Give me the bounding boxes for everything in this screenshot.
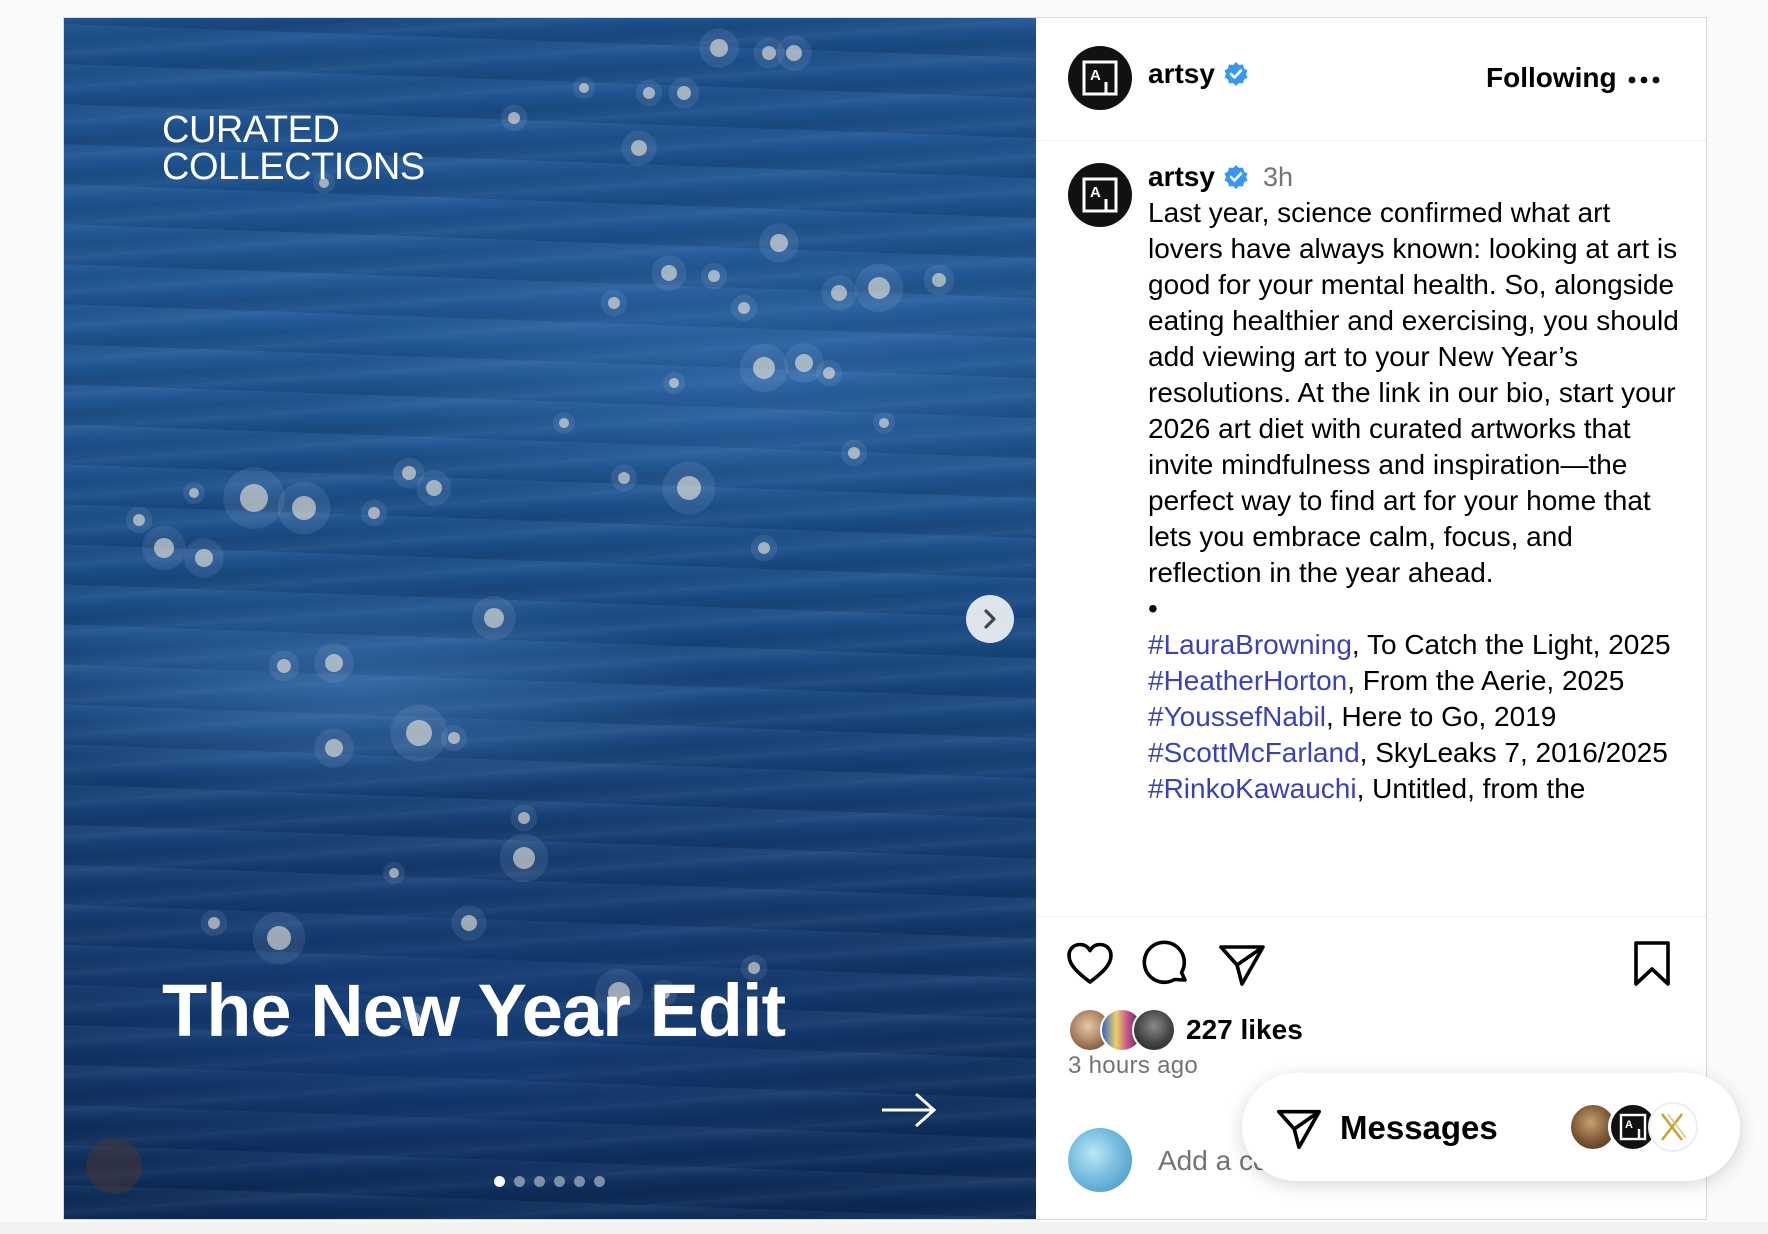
credit-line: #HeatherHorton, From the Aerie, 2025 xyxy=(1148,663,1688,699)
hashtag-link[interactable]: #HeatherHorton xyxy=(1148,665,1347,696)
viewer-avatar xyxy=(1068,1128,1132,1192)
bookmark-icon xyxy=(1634,941,1670,986)
caption-header: artsy 3h xyxy=(1148,161,1293,193)
carousel-dot xyxy=(594,1176,605,1187)
comment-button[interactable] xyxy=(1140,938,1192,990)
save-button[interactable] xyxy=(1626,938,1678,990)
credit-text: , Untitled, from the xyxy=(1356,773,1586,804)
svg-text:A: A xyxy=(1090,184,1101,201)
message-avatar xyxy=(1648,1102,1698,1152)
caption-author-avatar[interactable]: A xyxy=(1068,163,1132,227)
messages-button[interactable]: Messages A xyxy=(1242,1073,1740,1181)
hashtag-link[interactable]: #YoussefNabil xyxy=(1148,701,1326,732)
artsy-logo-icon: A xyxy=(1082,177,1118,213)
caption-separator: • xyxy=(1148,593,1158,624)
credit-text: , SkyLeaks 7, 2016/2025 xyxy=(1359,737,1668,768)
messages-label: Messages xyxy=(1340,1109,1498,1146)
svg-text:A: A xyxy=(1625,1119,1633,1131)
verified-badge-icon xyxy=(1224,62,1248,86)
post-card: CURATED COLLECTIONS The New Year Edit A xyxy=(63,17,1707,1220)
send-icon xyxy=(1276,1109,1322,1150)
more-options-button[interactable] xyxy=(1626,70,1666,90)
carousel-next-button[interactable] xyxy=(966,595,1014,643)
media-title: The New Year Edit xyxy=(162,969,786,1052)
carousel-dots xyxy=(494,1176,605,1187)
chevron-right-icon xyxy=(984,609,996,629)
hashtag-link[interactable]: #RinkoKawauchi xyxy=(1148,773,1357,804)
caption-body: Last year, science confirmed what art lo… xyxy=(1148,197,1679,588)
credit-text: , Here to Go, 2019 xyxy=(1325,701,1557,732)
caption-credits: #LauraBrowning, To Catch the Light, 2025… xyxy=(1148,627,1688,807)
carousel-dot xyxy=(534,1176,545,1187)
author-avatar[interactable]: A xyxy=(1068,46,1132,110)
author-username[interactable]: artsy xyxy=(1148,58,1215,89)
verified-badge-icon xyxy=(1224,165,1248,189)
carousel-dot xyxy=(554,1176,565,1187)
media-corner-blob xyxy=(86,1138,142,1194)
credit-text: , To Catch the Light, 2025 xyxy=(1351,629,1671,660)
liker-avatar xyxy=(1132,1008,1176,1052)
carousel-dot xyxy=(574,1176,585,1187)
post-media[interactable]: CURATED COLLECTIONS The New Year Edit xyxy=(64,18,1036,1219)
following-button[interactable]: Following xyxy=(1486,62,1617,94)
post-side-panel: A artsy Following A artsy 3h Last year, … xyxy=(1036,18,1706,1219)
page-bottom-strip xyxy=(0,1222,1768,1234)
comment-icon xyxy=(1142,940,1187,985)
share-button[interactable] xyxy=(1216,938,1268,990)
like-button[interactable] xyxy=(1064,938,1116,990)
likes-count[interactable]: 227 likes xyxy=(1186,1014,1303,1046)
caption-scroll-area[interactable]: A artsy 3h Last year, science confirmed … xyxy=(1036,141,1706,917)
hashtag-link[interactable]: #ScottMcFarland xyxy=(1148,737,1360,768)
more-horizontal-icon xyxy=(1628,76,1660,84)
likes-row[interactable]: 227 likes xyxy=(1068,1008,1303,1052)
post-time-ago[interactable]: 3 hours ago xyxy=(1068,1052,1198,1080)
svg-text:A: A xyxy=(1090,67,1101,84)
carousel-dot xyxy=(514,1176,525,1187)
credit-line: #YoussefNabil, Here to Go, 2019 xyxy=(1148,699,1688,735)
artsy-logo-icon: A xyxy=(1082,60,1118,96)
brand-mark-icon xyxy=(1660,1113,1687,1141)
media-kicker-line1: CURATED xyxy=(162,109,340,151)
post-actions xyxy=(1036,938,1706,998)
carousel-dot-active xyxy=(494,1176,505,1187)
media-kicker: CURATED COLLECTIONS xyxy=(162,109,425,188)
caption-username[interactable]: artsy xyxy=(1148,161,1215,192)
arrow-right-icon xyxy=(882,1092,937,1128)
caption-text: Last year, science confirmed what art lo… xyxy=(1148,195,1688,807)
send-icon xyxy=(1219,945,1265,986)
post-header: A artsy Following xyxy=(1036,18,1706,141)
heart-icon xyxy=(1067,942,1113,984)
credit-text: , From the Aerie, 2025 xyxy=(1347,665,1625,696)
credit-line: #ScottMcFarland, SkyLeaks 7, 2016/2025 xyxy=(1148,735,1688,771)
hashtag-link[interactable]: #LauraBrowning xyxy=(1148,629,1352,660)
author-name-row: artsy xyxy=(1148,58,1249,90)
credit-line: #LauraBrowning, To Catch the Light, 2025 xyxy=(1148,627,1688,663)
credit-line: #RinkoKawauchi, Untitled, from the xyxy=(1148,771,1688,807)
media-kicker-line2: COLLECTIONS xyxy=(162,146,425,188)
caption-timestamp[interactable]: 3h xyxy=(1263,162,1293,192)
